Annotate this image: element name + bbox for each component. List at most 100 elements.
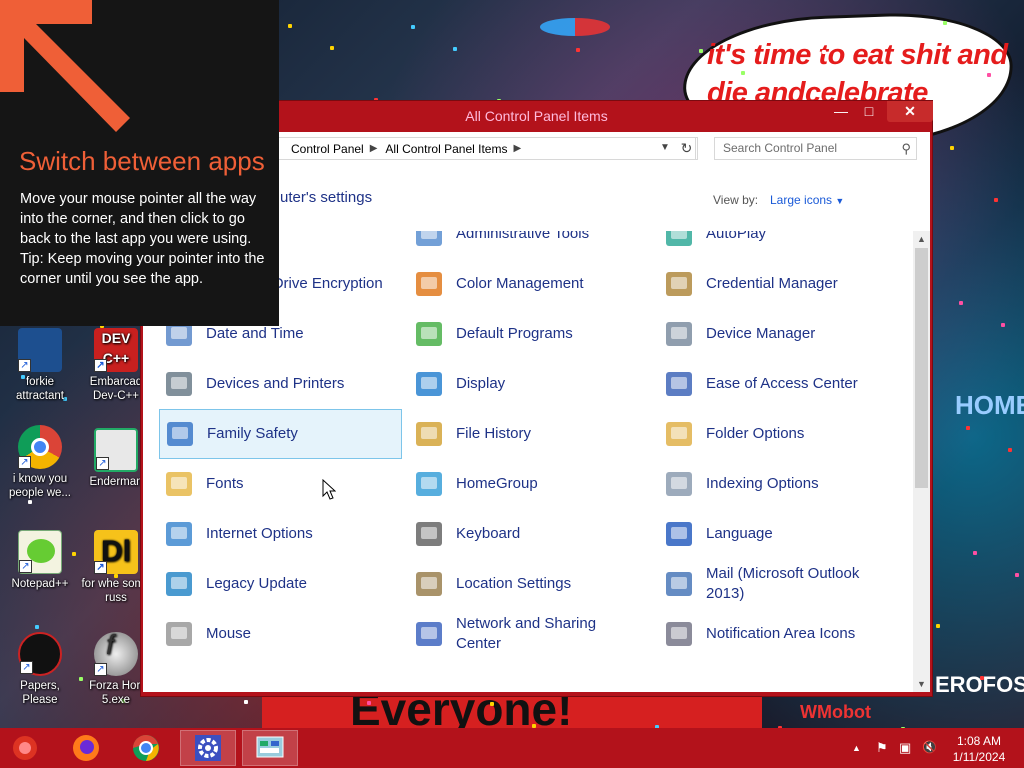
gear-icon: ↗: [18, 328, 62, 372]
maximize-button[interactable]: □: [855, 101, 883, 122]
show-hidden-icons-button[interactable]: ▲: [852, 743, 861, 753]
network-icon[interactable]: ▣: [899, 740, 911, 756]
cp-item-label: Date and Time: [206, 325, 304, 342]
cp-item-label: Fonts: [206, 475, 244, 492]
window-app-icon: ↗: [94, 428, 138, 472]
mail-icon: [663, 568, 695, 600]
cp-item-location-settings[interactable]: Location Settings: [409, 559, 652, 609]
cp-item-file-history[interactable]: File History: [409, 409, 652, 459]
confetti-speck: [741, 71, 745, 75]
refresh-button[interactable]: ↻: [676, 137, 698, 160]
cp-item-family-safety[interactable]: Family Safety: [159, 409, 402, 459]
cp-item-label: Indexing Options: [706, 475, 819, 492]
cp-item-internet-options[interactable]: Internet Options: [159, 509, 402, 559]
flash-icon: f ↗: [94, 631, 138, 676]
taskbar-settings[interactable]: [180, 730, 236, 766]
cp-item-color-management[interactable]: Color Management: [409, 259, 652, 309]
desktop-icon-notepadpp[interactable]: ↗ Notepad++: [2, 530, 78, 591]
desktop-icon-label: i know you people we...: [8, 473, 71, 499]
network-icon: [413, 618, 445, 650]
indexing-icon: [663, 468, 695, 500]
desktop-icon-forkie[interactable]: ↗ forkie attractant: [2, 328, 78, 403]
cp-item-label: Devices and Printers: [206, 375, 345, 392]
start-orb-icon: [13, 736, 37, 760]
internet-options-icon: [163, 518, 195, 550]
taskbar-chrome[interactable]: [118, 730, 174, 766]
confetti-speck: [966, 426, 970, 430]
chevron-down-icon[interactable]: ▼: [660, 142, 670, 153]
folder-options-icon: [663, 418, 695, 450]
cp-item-mouse[interactable]: Mouse: [159, 609, 402, 659]
clock-date: 1/11/2024: [952, 750, 1006, 764]
taskbar-firefox[interactable]: [58, 730, 114, 766]
cp-item-administrative-tools[interactable]: Administrative Tools: [409, 231, 652, 259]
confetti-speck: [699, 49, 703, 53]
desktop-icon-chrome-shortcut[interactable]: ↗ i know you people we...: [2, 425, 78, 500]
devcpp-icon: DEV C++ ↗: [94, 328, 138, 372]
breadcrumb-separator-icon[interactable]: ▶: [513, 143, 521, 154]
cp-item-language[interactable]: Language: [659, 509, 902, 559]
cp-item-label: File History: [456, 425, 532, 442]
view-by-dropdown[interactable]: Large icons ▼: [770, 193, 844, 207]
printer-icon: [163, 368, 195, 400]
scroll-thumb[interactable]: [915, 248, 928, 488]
cp-item-default-programs[interactable]: Default Programs: [409, 309, 652, 359]
search-input[interactable]: Search Control Panel ⚲: [714, 137, 917, 160]
control-panel-icon: [256, 736, 284, 758]
vertical-scrollbar[interactable]: ▲ ▼: [913, 231, 930, 692]
cp-item-indexing-options[interactable]: Indexing Options: [659, 459, 902, 509]
cp-item-mail-microsoft-outlook-2013[interactable]: Mail (Microsoft Outlook 2013): [659, 559, 902, 609]
close-button[interactable]: ✕: [887, 101, 933, 122]
cp-item-legacy-update[interactable]: Legacy Update: [159, 559, 402, 609]
cp-item-label: Default Programs: [456, 325, 573, 342]
cp-item-device-manager[interactable]: Device Manager: [659, 309, 902, 359]
confetti-speck: [1008, 448, 1012, 452]
notepadpp-icon: ↗: [18, 530, 62, 574]
confetti-speck: [367, 701, 371, 705]
cp-item-display[interactable]: Display: [409, 359, 652, 409]
cp-item-label: Display: [456, 375, 506, 392]
papers-please-icon: ↗: [18, 632, 62, 676]
device-manager-icon: [663, 318, 695, 350]
cp-item-credential-manager[interactable]: Credential Manager: [659, 259, 902, 309]
wallpaper-ticker-text: WMobot: [800, 702, 871, 722]
cp-item-notification-area-icons[interactable]: Notification Area Icons: [659, 609, 902, 659]
cp-item-label: Credential Manager: [706, 275, 838, 292]
action-center-flag-icon[interactable]: ⚑: [876, 740, 888, 756]
mouse-icon: [163, 618, 195, 650]
taskbar-clock[interactable]: 1:08 AM 1/11/2024: [944, 733, 1014, 765]
search-icon[interactable]: ⚲: [901, 138, 911, 159]
cp-item-devices-and-printers[interactable]: Devices and Printers: [159, 359, 402, 409]
dl-icon: Dl ↗: [94, 530, 138, 574]
desktop-icon-papers-please[interactable]: ↗ Papers, Please: [2, 632, 78, 707]
cp-item-keyboard[interactable]: Keyboard: [409, 509, 652, 559]
cp-item-label: Legacy Update: [206, 575, 307, 592]
cp-item-folder-options[interactable]: Folder Options: [659, 409, 902, 459]
cp-item-ease-of-access-center[interactable]: Ease of Access Center: [659, 359, 902, 409]
chevron-down-icon: ▼: [835, 196, 845, 206]
cp-item-label: Mail (Microsoft Outlook 2013): [706, 565, 860, 602]
minimize-button[interactable]: —: [827, 101, 855, 122]
scroll-down-button[interactable]: ▼: [913, 676, 930, 692]
breadcrumb-separator-icon[interactable]: ▶: [370, 143, 378, 154]
confetti-speck: [288, 24, 292, 28]
cp-item-homegroup[interactable]: HomeGroup: [409, 459, 652, 509]
breadcrumb-all-items[interactable]: All Control Panel Items: [385, 142, 507, 156]
gear-icon: [195, 735, 221, 761]
cp-item-label: Folder Options: [706, 425, 805, 442]
taskbar-control-panel[interactable]: [242, 730, 298, 766]
wallpaper-home-text: HOME: [955, 390, 1024, 420]
cp-item-autoplay[interactable]: AutoPlay: [659, 231, 902, 259]
confetti-speck: [943, 21, 947, 25]
confetti-speck: [822, 50, 826, 54]
volume-muted-icon[interactable]: 🔇: [922, 740, 937, 754]
credential-icon: [663, 268, 695, 300]
scroll-up-button[interactable]: ▲: [913, 231, 930, 247]
start-button[interactable]: [0, 730, 50, 766]
cp-item-label: Location Settings: [456, 575, 572, 592]
breadcrumb-control-panel[interactable]: Control Panel: [291, 142, 364, 156]
cp-item-network-and-sharing-center[interactable]: Network and Sharing Center: [409, 609, 652, 659]
cp-item-fonts[interactable]: Fonts: [159, 459, 402, 509]
confetti-speck: [35, 625, 39, 629]
confetti-speck: [864, 72, 868, 76]
